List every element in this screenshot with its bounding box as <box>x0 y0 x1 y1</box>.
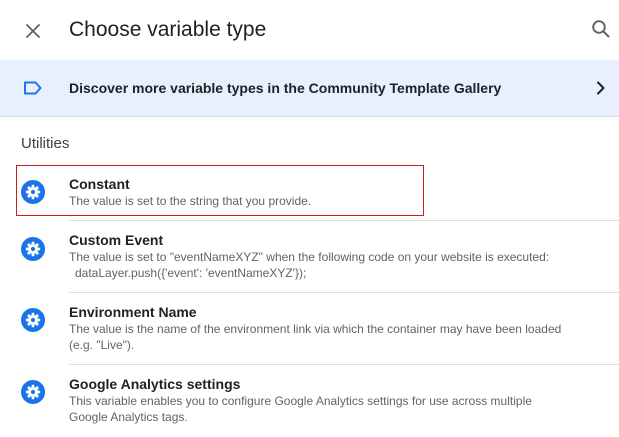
variable-type-item-constant[interactable]: Constant The value is set to the string … <box>16 167 619 215</box>
item-title: Custom Event <box>69 232 164 248</box>
choose-variable-type-panel: Choose variable type Discover more varia… <box>0 0 619 437</box>
item-description-line: This variable enables you to configure G… <box>69 394 532 408</box>
item-divider <box>69 220 619 221</box>
item-description-line: (e.g. "Live"). <box>69 338 135 352</box>
search-icon <box>592 20 610 38</box>
chevron-right-icon <box>597 81 605 95</box>
item-divider <box>69 364 619 365</box>
item-description-line: The value is set to "eventNameXYZ" when … <box>69 250 550 264</box>
item-description: The value is set to the string that you … <box>69 193 604 209</box>
item-description-code-line: dataLayer.push({'event': 'eventNameXYZ'}… <box>75 266 307 280</box>
gear-icon <box>21 380 45 404</box>
item-description-line: Google Analytics tags. <box>69 410 188 424</box>
item-title: Environment Name <box>69 304 197 320</box>
variable-type-item-google-analytics-settings[interactable]: Google Analytics settings This variable … <box>16 368 619 434</box>
item-title: Constant <box>69 176 130 192</box>
close-button[interactable] <box>22 20 44 42</box>
page-title: Choose variable type <box>69 18 267 41</box>
variable-type-item-environment-name[interactable]: Environment Name The value is the name o… <box>16 296 619 362</box>
item-description: The value is the name of the environment… <box>69 321 604 353</box>
variable-type-item-custom-event[interactable]: Custom Event The value is set to "eventN… <box>16 224 619 290</box>
close-icon <box>26 24 40 38</box>
gear-icon <box>21 180 45 204</box>
item-divider <box>69 292 619 293</box>
item-description: The value is set to "eventNameXYZ" when … <box>69 249 604 281</box>
item-description: This variable enables you to configure G… <box>69 393 604 425</box>
search-button[interactable] <box>589 17 613 41</box>
gear-icon <box>21 237 45 261</box>
item-title: Google Analytics settings <box>69 376 241 392</box>
community-gallery-banner[interactable]: Discover more variable types in the Comm… <box>0 60 619 117</box>
section-heading-utilities: Utilities <box>21 135 70 152</box>
banner-text: Discover more variable types in the Comm… <box>69 80 502 96</box>
item-description-line: The value is set to the string that you … <box>69 194 312 208</box>
item-description-line: The value is the name of the environment… <box>69 322 562 336</box>
tag-label-icon <box>24 81 42 95</box>
gear-icon <box>21 308 45 332</box>
panel-header: Choose variable type <box>0 0 619 60</box>
